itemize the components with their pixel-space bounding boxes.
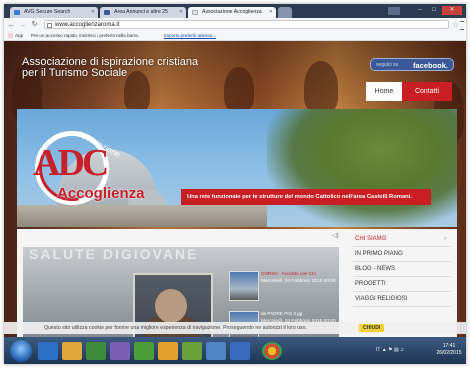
folder-icon[interactable] <box>62 342 82 360</box>
taskbar-clock[interactable]: 17:41 26/02/2015 <box>434 343 464 357</box>
tab-avg-secure-search[interactable]: AVG Secure Search ✕ <box>10 7 98 18</box>
colonnade <box>17 205 267 227</box>
system-tray: IT ▲ ⚑ ▤ ♫ <box>376 345 404 355</box>
sidebar-item-label: VIAGGI RELIGIOSI <box>355 296 408 302</box>
speaker-icon[interactable]: ◁) <box>332 232 339 239</box>
minimize-icon[interactable]: – <box>414 6 426 15</box>
news-item[interactable]: CORSO - Accordo con Cro Mercoledì, 04 Fe… <box>229 267 339 305</box>
sidebar-item-blog-news[interactable]: BLOG - NEWS <box>353 262 451 277</box>
sidebar-item-chi-siamo[interactable]: CHI SIAMO » <box>353 232 451 247</box>
site-title: Associazione di ispirazione cristiana pe… <box>22 57 198 79</box>
close-icon[interactable]: ✕ <box>179 7 183 18</box>
nav-home[interactable]: Home <box>366 82 402 101</box>
page-icon <box>47 23 52 28</box>
web-page: Associazione di ispirazione cristiana pe… <box>4 41 466 350</box>
fresco-figure <box>224 67 254 111</box>
tray-language[interactable]: IT <box>376 347 380 353</box>
word-icon[interactable] <box>230 342 250 360</box>
user-profile-icon[interactable] <box>388 7 400 15</box>
news-date: Mercoledì, 04 Febbraio 2015 00:00 <box>261 279 336 284</box>
tree-image <box>267 109 457 227</box>
app-icon[interactable] <box>110 342 130 360</box>
bookmarks-bar: App Per un accesso rapido, inserisci i p… <box>4 31 466 41</box>
news-thumbnail[interactable] <box>229 271 259 301</box>
logo-accoglienza: Accoglienza <box>57 185 145 202</box>
site-title-line2: per il Turismo Sociale <box>22 67 128 79</box>
back-icon[interactable]: ← <box>7 20 16 29</box>
page-icon <box>192 10 198 15</box>
logo-adc[interactable]: ADC <box>33 143 109 183</box>
chrome-icon[interactable] <box>262 342 282 360</box>
menu-icon[interactable] <box>460 21 464 30</box>
maximize-icon[interactable]: □ <box>428 6 440 15</box>
clock-time: 17:41 <box>442 343 456 349</box>
paint-icon[interactable] <box>158 342 178 360</box>
address-toolbar: ← → ↻ www.accoglienzaroma.it ☆ <box>4 18 466 32</box>
tab-label: Associazione Accoglienza <box>202 9 262 15</box>
tab-area-annunci[interactable]: Area Annunci e altre 25 ✕ <box>100 7 186 18</box>
avg-icon <box>14 10 20 15</box>
publisher-icon[interactable] <box>206 342 226 360</box>
picture-face <box>155 289 187 323</box>
sidebar-menu: CHI SIAMO » IN PRIMO PIANO BLOG - NEWS PR… <box>353 232 451 307</box>
sidebar-item-viaggi-religiosi[interactable]: VIAGGI RELIGIOSI <box>353 292 451 307</box>
hero-tagline: Una rete funzionale per le strutture del… <box>181 189 431 205</box>
sidebar-item-label: IN PRIMO PIANO <box>355 251 403 257</box>
close-icon[interactable]: ✕ <box>91 7 95 18</box>
slider-sign: SALUTE DIGIOVANE <box>29 247 199 262</box>
cookie-close-button[interactable]: CHIUDI <box>359 324 385 332</box>
bookmark-star-icon[interactable]: ☆ <box>452 20 459 29</box>
start-button[interactable] <box>10 340 32 362</box>
sidebar-item-label: PROGETTI <box>355 281 386 287</box>
close-window-icon[interactable]: ✕ <box>442 6 462 15</box>
browser-tab-strip: AVG Secure Search ✕ Area Annunci e altre… <box>4 4 466 18</box>
hero-banner: ADC Associazione Accoglienza Una rete fu… <box>17 109 457 227</box>
sidebar-item-progetti[interactable]: PROGETTI <box>353 277 451 292</box>
url-bar[interactable]: www.accoglienzaroma.it <box>44 20 449 29</box>
cookie-banner: Questo sito utilizza cookie per fornire … <box>4 322 466 334</box>
reload-icon[interactable]: ↻ <box>30 20 39 29</box>
new-tab-button[interactable] <box>278 7 292 18</box>
media-icon[interactable] <box>86 342 106 360</box>
facebook-icon <box>104 10 110 15</box>
cookie-text: Questo sito utilizza cookie per fornire … <box>44 325 307 331</box>
apps-label[interactable]: App <box>15 31 23 40</box>
sidebar-item-label: CHI SIAMO <box>355 236 387 242</box>
news-title[interactable]: CORSO - Accordo con Cro <box>261 271 337 277</box>
internet-explorer-icon[interactable] <box>38 342 58 360</box>
sidebar-item-label: BLOG - NEWS <box>355 266 396 272</box>
url-text: www.accoglienzaroma.it <box>55 22 120 28</box>
calculator-icon[interactable] <box>134 342 154 360</box>
apps-icon[interactable] <box>8 33 13 38</box>
bookmarks-hint: Per un accesso rapido, inserisci i prefe… <box>31 33 140 38</box>
tab-label: Area Annunci e altre 25 <box>114 9 168 15</box>
nav-contatti[interactable]: Contatti <box>402 82 452 101</box>
facebook-button[interactable]: seguici su facebook. <box>370 58 454 71</box>
tray-arrows-icon[interactable]: ▲ ⚑ ▤ ♫ <box>382 347 404 353</box>
facebook-label: facebook. <box>412 61 448 70</box>
news-title[interactable]: da PADRE PIO 3 gg <box>261 311 337 317</box>
fresco-figure <box>304 61 338 113</box>
windows-taskbar: IT ▲ ⚑ ▤ ♫ 17:41 26/02/2015 <box>4 337 466 364</box>
arrow-icon: » <box>443 236 447 242</box>
news-slider[interactable]: SALUTE DIGIOVANE CORSO - Accordo con Cro… <box>23 247 339 350</box>
tab-associazione-accoglienza[interactable]: Associazione Accoglienza ✕ <box>188 7 276 18</box>
screenshot-frame: AVG Secure Search ✕ Area Annunci e altre… <box>4 4 466 364</box>
close-icon[interactable]: ✕ <box>269 7 273 18</box>
import-bookmarks-link[interactable]: Importa preferiti adesso... <box>164 31 216 40</box>
excel-icon[interactable] <box>182 342 202 360</box>
forward-icon[interactable]: → <box>18 20 27 29</box>
facebook-prefix: seguici su <box>376 62 399 68</box>
sidebar-item-in-primo-piano[interactable]: IN PRIMO PIANO <box>353 247 451 262</box>
tab-label: AVG Secure Search <box>24 9 71 15</box>
clock-date: 26/02/2015 <box>436 350 462 356</box>
